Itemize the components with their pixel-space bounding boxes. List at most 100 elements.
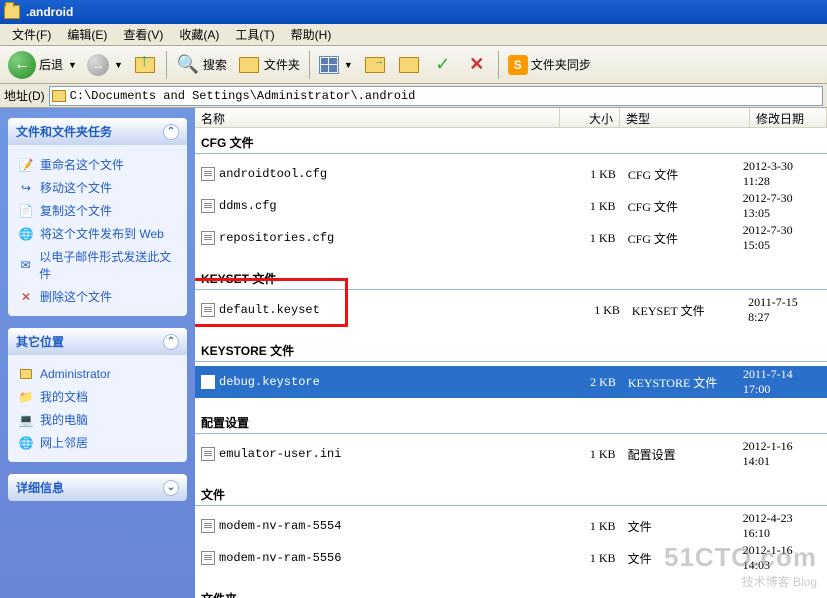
file-size: 1 KB xyxy=(557,199,616,214)
forward-button[interactable]: → ▼ xyxy=(83,52,127,78)
task-publish[interactable]: 🌐 将这个文件发布到 Web xyxy=(18,222,177,245)
file-size: 2 KB xyxy=(557,375,616,390)
place-mycomp[interactable]: 💻我的电脑 xyxy=(18,408,177,431)
tasks-title: 文件和文件夹任务 xyxy=(16,123,112,140)
file-date: 2012-1-16 14:03 xyxy=(743,543,821,573)
file-row[interactable]: debug.keystore 2 KB KEYSTORE 文件 2011-7-1… xyxy=(195,366,827,398)
file-row[interactable]: default.keyset 1 KB KEYSET 文件 2011-7-15 … xyxy=(195,294,827,326)
task-copy[interactable]: 📄 复制这个文件 xyxy=(18,199,177,222)
copy-icon: 📄 xyxy=(18,203,34,219)
file-date: 2011-7-15 8:27 xyxy=(748,295,821,325)
file-date: 2012-7-30 15:05 xyxy=(743,223,821,253)
folders-button[interactable]: 文件夹 xyxy=(233,51,304,79)
sync-button[interactable]: S 文件夹同步 xyxy=(504,53,595,77)
file-size: 1 KB xyxy=(557,231,616,246)
forward-arrow-icon: → xyxy=(87,54,109,76)
file-row[interactable]: ddms.cfg 1 KB CFG 文件 2012-7-30 13:05 xyxy=(195,190,827,222)
file-date: 2012-4-23 16:10 xyxy=(743,511,821,541)
folder-icon xyxy=(52,90,66,102)
file-name: default.keyset xyxy=(219,303,320,317)
separator xyxy=(166,51,167,79)
task-label: 删除这个文件 xyxy=(40,288,112,305)
file-name: repositories.cfg xyxy=(219,231,334,245)
search-icon: 🔍 xyxy=(176,53,200,77)
task-label: 将这个文件发布到 Web xyxy=(40,225,164,242)
file-name: androidtool.cfg xyxy=(219,167,327,181)
col-name[interactable]: 名称 xyxy=(195,108,560,127)
tasks-panel-body: 📝 重命名这个文件 ↪移动这个文件 📄 复制这个文件 🌐 将这个文件发布到 Web ✉… xyxy=(8,145,187,316)
file-size: 1 KB xyxy=(557,167,616,182)
chevron-down-icon: ▼ xyxy=(114,60,123,70)
group-header: CFG 文件 xyxy=(195,128,827,154)
separator xyxy=(498,51,499,79)
menu-favorites[interactable]: 收藏(A) xyxy=(171,24,227,45)
group-header: 文件 xyxy=(195,480,827,506)
back-button[interactable]: ← 后退 ▼ xyxy=(4,49,81,81)
task-label: 重命名这个文件 xyxy=(40,156,124,173)
file-icon xyxy=(201,199,215,213)
menu-view[interactable]: 查看(V) xyxy=(115,24,171,45)
place-label: 网上邻居 xyxy=(40,434,88,451)
file-icon xyxy=(201,447,215,461)
expand-icon: ⌄ xyxy=(163,480,179,496)
folders-icon xyxy=(237,53,261,77)
file-list: 名称 大小 类型 修改日期 CFG 文件 androidtool.cfg 1 K… xyxy=(195,108,827,598)
menu-help[interactable]: 帮助(H) xyxy=(283,24,340,45)
web-icon: 🌐 xyxy=(18,226,34,242)
search-button[interactable]: 🔍 搜索 xyxy=(172,51,231,79)
file-type: 配置设置 xyxy=(616,446,743,463)
file-row[interactable]: repositories.cfg 1 KB CFG 文件 2012-7-30 1… xyxy=(195,222,827,254)
col-type[interactable]: 类型 xyxy=(620,108,750,127)
window-title: .android xyxy=(26,5,73,19)
task-label: 复制这个文件 xyxy=(40,202,112,219)
chevron-down-icon: ▼ xyxy=(344,60,353,70)
folders-label: 文件夹 xyxy=(264,56,300,73)
file-row[interactable]: modem-nv-ram-5556 1 KB 文件 2012-1-16 14:0… xyxy=(195,542,827,574)
place-label: 我的文档 xyxy=(40,388,88,405)
places-panel: 其它位置 ⌃ Administrator 📁我的文档 💻我的电脑 🌐网上邻居 xyxy=(8,328,187,462)
col-date[interactable]: 修改日期 xyxy=(750,108,827,127)
menu-edit[interactable]: 编辑(E) xyxy=(59,24,115,45)
column-headers: 名称 大小 类型 修改日期 xyxy=(195,108,827,128)
place-mydocs[interactable]: 📁我的文档 xyxy=(18,385,177,408)
place-label: 我的电脑 xyxy=(40,411,88,428)
file-type: CFG 文件 xyxy=(616,166,743,183)
tb-btn-1[interactable]: → xyxy=(359,51,391,79)
tb-btn-2[interactable] xyxy=(393,51,425,79)
up-folder-icon: ↑ xyxy=(133,53,157,77)
details-panel-header[interactable]: 详细信息 ⌄ xyxy=(8,474,187,501)
addressbar: 地址(D) C:\Documents and Settings\Administ… xyxy=(0,84,827,108)
col-size[interactable]: 大小 xyxy=(560,108,620,127)
file-icon xyxy=(201,231,215,245)
sync-label: 文件夹同步 xyxy=(531,56,591,73)
file-row[interactable]: androidtool.cfg 1 KB CFG 文件 2012-3-30 11… xyxy=(195,158,827,190)
task-rename[interactable]: 📝 重命名这个文件 xyxy=(18,153,177,176)
file-type: KEYSTORE 文件 xyxy=(616,374,743,391)
file-icon xyxy=(201,167,215,181)
up-button[interactable]: ↑ xyxy=(129,51,161,79)
file-type: KEYSET 文件 xyxy=(620,302,748,319)
places-title: 其它位置 xyxy=(16,333,64,350)
file-size: 1 KB xyxy=(561,303,620,318)
delete-button[interactable]: ✕ xyxy=(461,51,493,79)
place-admin[interactable]: Administrator xyxy=(18,363,177,385)
views-button[interactable]: ▼ xyxy=(315,54,357,76)
menu-file[interactable]: 文件(F) xyxy=(4,24,59,45)
tb-btn-3[interactable]: ✓ xyxy=(427,51,459,79)
move-icon: ↪ xyxy=(18,180,34,196)
tasks-panel-header[interactable]: 文件和文件夹任务 ⌃ xyxy=(8,118,187,145)
file-date: 2011-7-14 17:00 xyxy=(743,367,821,397)
task-label: 以电子邮件形式发送此文件 xyxy=(39,248,177,282)
menu-tools[interactable]: 工具(T) xyxy=(227,24,282,45)
task-move[interactable]: ↪移动这个文件 xyxy=(18,176,177,199)
details-title: 详细信息 xyxy=(16,479,64,496)
rename-icon: 📝 xyxy=(18,157,34,173)
address-input[interactable]: C:\Documents and Settings\Administrator\… xyxy=(49,86,823,106)
file-row[interactable]: modem-nv-ram-5554 1 KB 文件 2012-4-23 16:1… xyxy=(195,510,827,542)
file-size: 1 KB xyxy=(557,519,616,534)
places-panel-header[interactable]: 其它位置 ⌃ xyxy=(8,328,187,355)
task-delete[interactable]: ✕删除这个文件 xyxy=(18,285,177,308)
place-network[interactable]: 🌐网上邻居 xyxy=(18,431,177,454)
task-email[interactable]: ✉以电子邮件形式发送此文件 xyxy=(18,245,177,285)
file-row[interactable]: emulator-user.ini 1 KB 配置设置 2012-1-16 14… xyxy=(195,438,827,470)
